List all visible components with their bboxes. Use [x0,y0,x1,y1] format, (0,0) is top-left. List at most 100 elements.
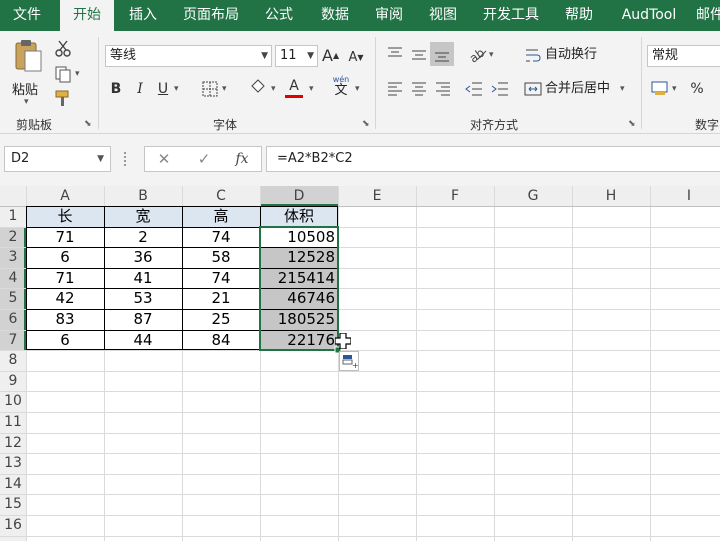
align-top-icon[interactable] [386,45,404,63]
cell-d2[interactable]: 10508 [263,227,335,248]
font-color-dropdown-icon[interactable]: ▾ [309,84,314,94]
accounting-dropdown-icon[interactable]: ▾ [672,84,677,94]
align-center-icon[interactable] [410,80,428,98]
cell-a7[interactable]: 6 [29,330,101,351]
percent-button[interactable]: % [688,79,706,99]
increase-indent-icon[interactable] [490,80,510,98]
tab-file[interactable]: 文件 [0,0,54,31]
auto-fill-options-button[interactable]: + [339,351,359,371]
row-header-3[interactable]: 3 [0,247,26,268]
cell-b2[interactable]: 2 [107,227,179,248]
tab-page-layout[interactable]: 页面布局 [174,0,248,31]
column-header-f[interactable]: F [416,186,494,206]
cell-a5[interactable]: 42 [29,288,101,309]
copy-dropdown-icon[interactable]: ▾ [75,69,80,79]
align-bottom-button[interactable] [430,42,454,66]
column-header-e[interactable]: E [338,186,416,206]
tab-help[interactable]: 帮助 [554,0,604,31]
font-size-combo[interactable]: 11 ▼ [275,45,318,67]
formula-bar-grip[interactable] [124,152,128,166]
name-box[interactable]: D2 ▼ [4,146,111,172]
tab-insert[interactable]: 插入 [118,0,168,31]
phonetic-guide-button[interactable]: wén 文 [330,75,352,101]
align-right-icon[interactable] [434,80,452,98]
merge-dropdown-icon[interactable]: ▾ [620,84,625,94]
cell-c2[interactable]: 74 [185,227,257,248]
orientation-icon[interactable]: ab [468,45,488,63]
row-header-5[interactable]: 5 [0,288,26,309]
grow-font-button[interactable]: A▲ [322,46,339,66]
row-header-13[interactable]: 13 [0,453,26,474]
row-header-1[interactable]: 1 [0,206,26,227]
cell-b1[interactable]: 宽 [107,206,179,227]
cell-a6[interactable]: 83 [29,309,101,330]
clipboard-launcher-icon[interactable]: ⬊ [84,119,92,129]
worksheet-grid[interactable]: ABCDEFGHI 1 2 3 4 5 6 7 8 9 10 11 12 13 14 15 16 长宽高体积 7… [0,186,720,541]
cell-b6[interactable]: 87 [107,309,179,330]
column-header-a[interactable]: A [26,186,104,206]
align-middle-icon[interactable] [410,45,428,63]
column-header-c[interactable]: C [182,186,260,206]
tab-review[interactable]: 审阅 [364,0,414,31]
tab-mail[interactable]: 邮件 [690,0,720,31]
cell-b3[interactable]: 36 [107,247,179,268]
column-header-g[interactable]: G [494,186,572,206]
cell-d1[interactable]: 体积 [263,206,335,227]
format-painter-icon[interactable] [54,89,72,107]
align-left-icon[interactable] [386,80,404,98]
tab-formulas[interactable]: 公式 [254,0,304,31]
borders-dropdown-icon[interactable]: ▾ [222,84,227,94]
cell-a4[interactable]: 71 [29,268,101,289]
fill-color-dropdown-icon[interactable]: ▾ [271,84,276,94]
borders-icon[interactable] [201,80,219,98]
orientation-dropdown-icon[interactable]: ▾ [489,50,494,60]
cell-b5[interactable]: 53 [107,288,179,309]
row-header-6[interactable]: 6 [0,309,26,330]
alignment-launcher-icon[interactable]: ⬊ [628,119,636,129]
cut-icon[interactable] [54,39,72,57]
cell-d7[interactable]: 22176 [263,330,335,351]
cell-d5[interactable]: 46746 [263,288,335,309]
decrease-indent-icon[interactable] [464,80,484,98]
row-header-7[interactable]: 7 [0,330,26,351]
fill-color-icon[interactable] [248,77,268,97]
tab-home[interactable]: 开始 [60,0,114,33]
underline-button[interactable]: U [155,79,171,99]
insert-function-icon[interactable]: fx [230,146,254,172]
phonetic-dropdown-icon[interactable]: ▾ [355,84,360,94]
cell-c7[interactable]: 84 [185,330,257,351]
wrap-text-button[interactable]: 自动换行 [545,45,597,65]
italic-button[interactable]: I [132,79,148,99]
cell-c5[interactable]: 21 [185,288,257,309]
font-launcher-icon[interactable]: ⬊ [362,119,370,129]
cell-a2[interactable]: 71 [29,227,101,248]
row-header-12[interactable]: 12 [0,433,26,454]
column-header-d[interactable]: D [260,186,338,206]
accounting-format-icon[interactable] [650,79,670,97]
cell-a3[interactable]: 6 [29,247,101,268]
row-header-10[interactable]: 10 [0,391,26,412]
tab-data[interactable]: 数据 [310,0,360,31]
row-header-16[interactable]: 16 [0,515,26,536]
font-name-combo[interactable]: 等线 ▼ [105,45,272,67]
underline-dropdown-icon[interactable]: ▾ [174,84,179,94]
row-header-8[interactable]: 8 [0,350,26,371]
cell-d3[interactable]: 12528 [263,247,335,268]
shrink-font-button[interactable]: A▼ [348,48,364,68]
bold-button[interactable]: B [108,79,124,99]
font-color-button[interactable]: A [285,76,303,98]
column-header-b[interactable]: B [104,186,182,206]
cell-c1[interactable]: 高 [185,206,257,227]
cell-d6[interactable]: 180525 [263,309,335,330]
copy-icon[interactable] [54,65,72,83]
cell-b4[interactable]: 41 [107,268,179,289]
tab-view[interactable]: 视图 [418,0,468,31]
cell-d4[interactable]: 215414 [263,268,335,289]
cell-c3[interactable]: 58 [185,247,257,268]
tab-audtool[interactable]: AudTool [612,0,686,31]
merge-center-button[interactable]: 合并后居中 [545,79,610,99]
number-format-combo[interactable]: 常规 [647,45,720,67]
column-header-i[interactable]: I [650,186,720,206]
cancel-icon[interactable]: ✕ [152,146,176,172]
column-header-h[interactable]: H [572,186,650,206]
